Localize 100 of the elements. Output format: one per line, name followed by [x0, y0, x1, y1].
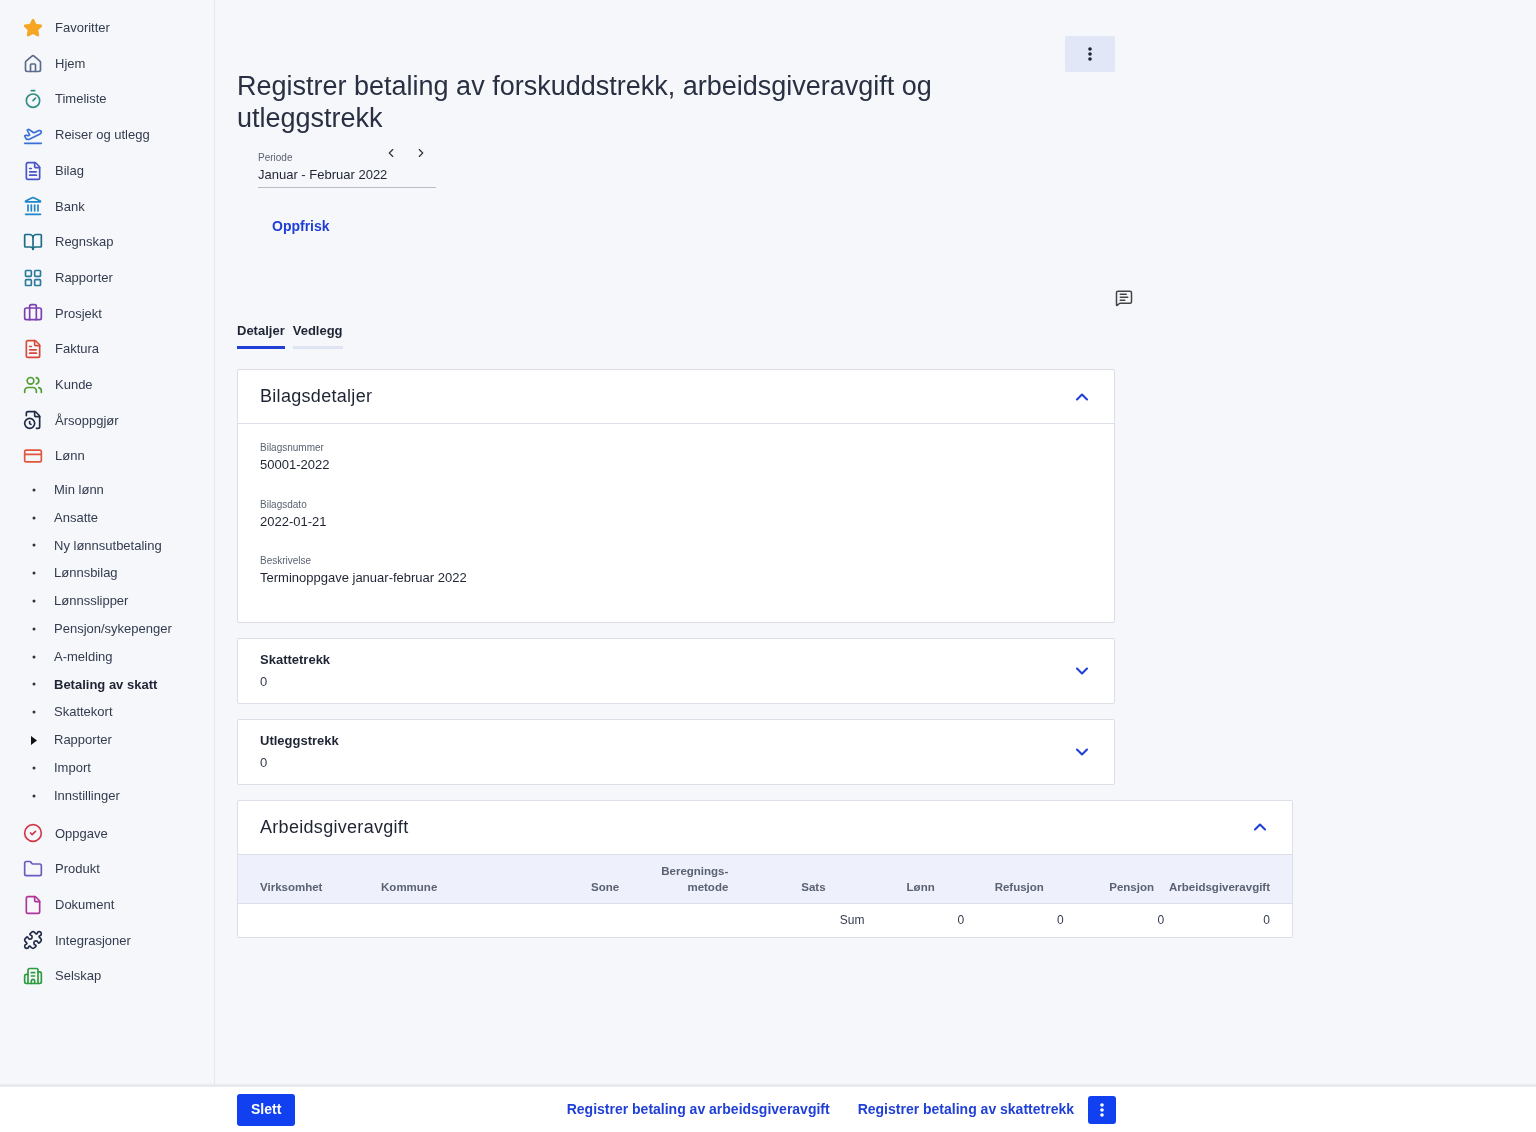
building-icon [23, 966, 43, 987]
sidebar-item[interactable]: Regnskap [0, 224, 214, 260]
column-header: Pensjon [1108, 879, 1154, 895]
puzzle-icon [23, 930, 43, 951]
table-cell-text: 0 [1262, 912, 1270, 929]
bank-icon [23, 196, 43, 217]
column-header: Sone [590, 879, 620, 895]
submenu-item[interactable]: Pensjon/sykepenger [0, 614, 214, 643]
field-value: Terminoppgave januar-februar 2022 [260, 569, 468, 587]
tab[interactable]: Vedlegg [292, 320, 343, 349]
bullet-icon [31, 625, 37, 632]
delete-button[interactable]: Slett [237, 1093, 296, 1126]
table-cell-text: 0 [956, 912, 965, 929]
table-cell-text: 0 [1156, 912, 1165, 929]
card-title: Skattetrekk [260, 650, 331, 669]
field-label: Bilagsdato [260, 497, 308, 512]
sidebar-item[interactable]: Integrasjoner [0, 922, 214, 959]
column-header: Arbeidsgiveravgift [1168, 879, 1271, 895]
briefcase-icon [23, 303, 43, 324]
sidebar-item[interactable]: Bank [0, 188, 214, 225]
bullet-icon [31, 598, 37, 604]
bullet-icon [31, 681, 37, 688]
refresh-link[interactable]: Oppfrisk [272, 215, 330, 237]
sidebar-item[interactable]: Selskap [0, 958, 214, 994]
card-title: Bilagsdetaljer [260, 385, 373, 408]
caret-right-icon [31, 735, 37, 745]
submenu-item[interactable]: Rapporter [0, 726, 214, 754]
sidebar-item[interactable]: Faktura [0, 331, 214, 367]
tab[interactable]: Detaljer [237, 320, 285, 349]
sidebar-item[interactable]: Rapporter [0, 259, 214, 296]
sidebar-item[interactable]: Prosjekt [0, 295, 214, 332]
more-button[interactable] [1088, 1095, 1116, 1124]
column-header: Sats [800, 879, 826, 895]
sidebar-item[interactable]: Lønn [0, 438, 214, 474]
people-icon [23, 374, 43, 395]
bullet-icon [31, 542, 37, 549]
footer-link[interactable]: Registrer betaling av arbeidsgiveravgift [566, 1099, 830, 1120]
sidebar-item[interactable]: Favoritter [0, 10, 214, 46]
card-header[interactable]: Utleggstrekk 0 [238, 719, 1114, 784]
table-cell-text: Sum [838, 912, 865, 929]
sidebar-item[interactable]: Bilag [0, 152, 214, 189]
sidebar-item[interactable]: Kunde [0, 366, 214, 403]
table-cell-text: 0 [1055, 912, 1064, 929]
column-header: Virksomhet [260, 879, 324, 895]
submenu-item[interactable]: A-melding [0, 642, 214, 671]
sidebar-item[interactable]: Timeliste [0, 81, 214, 118]
field-label: Bilagsnummer [260, 441, 325, 455]
field-value: 2022-01-21 [260, 512, 328, 531]
bullet-icon [31, 514, 37, 521]
footer-link[interactable]: Registrer betaling av skattetrekk [857, 1099, 1074, 1120]
column-header: Refusjon [993, 879, 1044, 895]
card-header[interactable]: Bilagsdetaljer [238, 370, 1114, 424]
bullet-icon [31, 792, 37, 799]
sidebar-item[interactable]: Reiser og utlegg [0, 117, 214, 153]
bullet-icon [31, 653, 37, 660]
sidebar-item[interactable]: Produkt [0, 851, 214, 887]
submenu-item[interactable]: Min lønn [0, 475, 214, 504]
card-header[interactable]: Arbeidsgiveravgift [238, 800, 1292, 855]
submenu-item[interactable]: Lønnsbilag [0, 559, 214, 588]
sidebar-item[interactable]: Hjem [0, 45, 214, 82]
column-header: Kommune [381, 879, 439, 895]
field-label: Beskrivelse [260, 554, 313, 568]
star-icon [23, 17, 43, 38]
card-header[interactable]: Skattetrekk 0 [238, 638, 1114, 703]
field-value: 50001-2022 [260, 456, 331, 474]
invoice-icon [23, 339, 43, 360]
field-label: Periode [258, 151, 293, 165]
submenu-item[interactable]: Innstillinger [0, 781, 214, 810]
submenu-item[interactable]: Skattekort [0, 698, 214, 727]
file-icon [23, 894, 43, 915]
column-header: Beregnings- metode [660, 863, 729, 895]
bullet-icon [31, 570, 37, 577]
submenu-item[interactable]: Betaling av skatt [0, 670, 214, 699]
submenu-item[interactable]: Lønnsslipper [0, 587, 214, 615]
submenu-item[interactable]: Import [0, 753, 214, 782]
document-icon [23, 160, 43, 181]
home-icon [23, 53, 43, 74]
grid-icon [23, 267, 43, 288]
sidebar-item[interactable]: Dokument [0, 886, 214, 923]
book-icon [23, 231, 43, 252]
sidebar-item[interactable]: Årsoppgjør [0, 402, 214, 439]
card-value: 0 [260, 754, 269, 772]
bullet-icon [31, 486, 37, 493]
bullet-icon [31, 709, 37, 716]
document-clock-icon [23, 410, 43, 431]
page-title: Registrer betaling av forskuddstrekk, arbeidsgiveravgift og utleggstrekk [237, 70, 933, 134]
column-header: Lønn [905, 879, 935, 895]
bullet-icon [31, 764, 37, 771]
check-circle-icon [23, 823, 43, 844]
period-field[interactable]: Periode Januar - Februar 2022 [258, 146, 436, 188]
submenu-item[interactable]: Ansatte [0, 503, 214, 532]
card-value: 0 [260, 673, 269, 691]
folder-icon [23, 859, 43, 880]
card-title: Utleggstrekk [260, 731, 339, 750]
more-icon [1088, 47, 1092, 61]
submenu-item[interactable]: Ny lønnsutbetaling [0, 531, 214, 560]
sidebar-item[interactable]: Oppgave [0, 815, 214, 852]
comment-icon[interactable] [1115, 288, 1133, 307]
stopwatch-icon [23, 89, 43, 110]
card-title: Arbeidsgiveravgift [260, 815, 409, 839]
